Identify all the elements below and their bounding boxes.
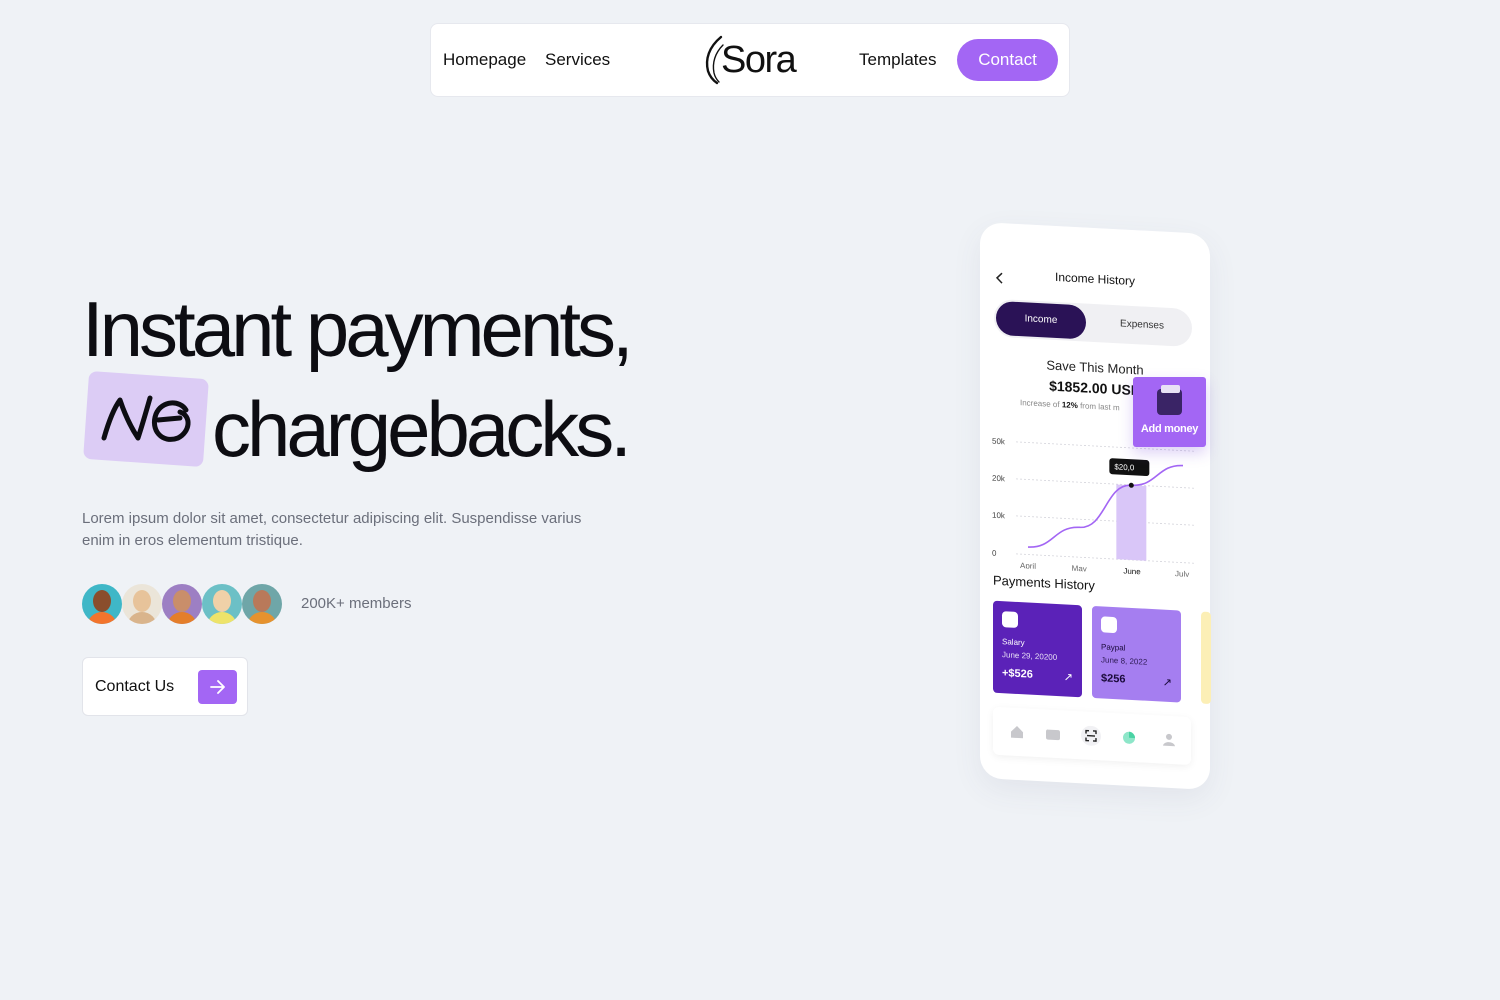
member-avatars bbox=[82, 584, 282, 624]
card-name: Paypal bbox=[1101, 642, 1126, 653]
x-tick-label: July bbox=[1175, 569, 1189, 577]
tooltip-label: $20,0 bbox=[1114, 462, 1135, 472]
hero-description: Lorem ipsum dolor sit amet, consectetur … bbox=[82, 510, 582, 549]
series-line bbox=[1027, 464, 1184, 548]
scan-icon[interactable] bbox=[1081, 725, 1101, 746]
hero-title-line1: Instant payments, bbox=[82, 285, 634, 373]
avatar bbox=[202, 584, 242, 624]
card-value: $256 bbox=[1101, 672, 1126, 686]
grid-line bbox=[1016, 515, 1195, 526]
avatar bbox=[122, 584, 162, 624]
add-money-label: Add money bbox=[1140, 423, 1199, 435]
phone-mockup: Income History Income Expenses Save This… bbox=[980, 222, 1211, 791]
avatar bbox=[82, 584, 122, 624]
card-name: Salary bbox=[1002, 637, 1025, 648]
tab-income[interactable]: Income bbox=[996, 300, 1086, 340]
y-tick-label: 20k bbox=[992, 474, 1006, 484]
nav-link-services[interactable]: Services bbox=[545, 24, 610, 96]
paypal-icon bbox=[1101, 616, 1117, 634]
payment-card-paypal[interactable]: Paypal June 8, 2022 $256 ↗ bbox=[1092, 605, 1181, 703]
avatar bbox=[162, 584, 202, 624]
payment-card-salary[interactable]: Salary June 29, 20200 +$526 ↗ bbox=[993, 600, 1082, 698]
x-tick-label: June bbox=[1123, 567, 1141, 577]
add-money-button[interactable]: Add money bbox=[1133, 377, 1206, 447]
brand-name: Sora bbox=[721, 38, 797, 81]
nav-link-homepage[interactable]: Homepage bbox=[443, 24, 526, 96]
members-count: 200K+ members bbox=[301, 595, 412, 612]
arrow-right-icon bbox=[198, 670, 237, 704]
user-icon[interactable] bbox=[1159, 729, 1179, 750]
top-nav: Homepage Services Sora Templates Contact bbox=[430, 23, 1070, 97]
y-tick-label: 50k bbox=[992, 437, 1006, 447]
x-tick-label: May bbox=[1072, 564, 1087, 574]
no-handwritten-word bbox=[101, 395, 191, 442]
increase-note: Increase of 12% from last m bbox=[1020, 398, 1120, 413]
avatar bbox=[242, 584, 282, 624]
grid-line bbox=[1016, 553, 1195, 564]
arrow-up-right-icon: ↗ bbox=[1162, 676, 1172, 690]
tab-expenses[interactable]: Expenses bbox=[1094, 304, 1190, 347]
arrow-up-right-icon: ↗ bbox=[1063, 671, 1073, 684]
nav-link-templates[interactable]: Templates bbox=[859, 24, 936, 96]
card-value: +$526 bbox=[1002, 667, 1033, 681]
x-tick-label: April bbox=[1020, 561, 1036, 571]
chart-pie-icon[interactable] bbox=[1119, 727, 1139, 748]
salary-icon bbox=[1002, 611, 1018, 628]
contact-button[interactable]: Contact bbox=[957, 39, 1058, 81]
phone-bottom-nav bbox=[993, 706, 1191, 766]
y-tick-label: 10k bbox=[992, 511, 1006, 521]
card-date: June 29, 20200 bbox=[1002, 650, 1058, 663]
contact-us-label: Contact Us bbox=[95, 678, 175, 695]
contact-us-button[interactable]: Contact Us bbox=[82, 657, 248, 716]
wallet-icon[interactable] bbox=[1043, 723, 1063, 744]
payments-history-title: Payments History bbox=[993, 572, 1095, 594]
y-tick-label: 0 bbox=[992, 549, 997, 558]
phone-title: Income History bbox=[1054, 269, 1136, 289]
payment-card-partial bbox=[1201, 611, 1211, 705]
hero-title-line2: chargebacks. bbox=[212, 385, 632, 473]
home-icon[interactable] bbox=[1007, 721, 1027, 742]
brand-logo[interactable]: Sora bbox=[703, 34, 797, 86]
card-date: June 8, 2022 bbox=[1101, 655, 1148, 667]
income-expenses-toggle: Income Expenses bbox=[994, 298, 1192, 348]
highlight-bar bbox=[1116, 484, 1147, 561]
grid-line bbox=[1016, 478, 1195, 489]
